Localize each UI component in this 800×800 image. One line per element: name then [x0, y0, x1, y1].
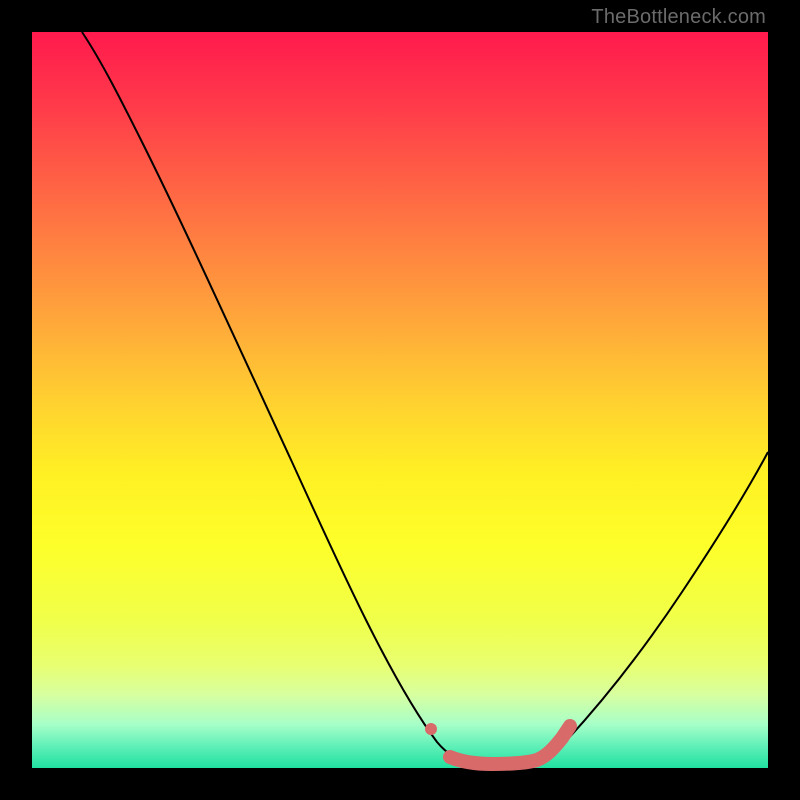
attribution-text: TheBottleneck.com	[591, 6, 766, 29]
chart-frame: TheBottleneck.com	[0, 0, 800, 800]
bottleneck-curve	[82, 32, 768, 764]
chart-svg	[32, 32, 768, 768]
optimal-zone-highlight	[450, 726, 570, 764]
highlight-start-dot	[425, 723, 437, 735]
plot-area	[32, 32, 768, 768]
